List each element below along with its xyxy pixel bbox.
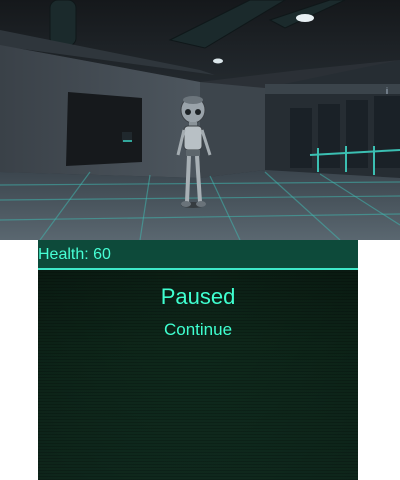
doorway [66, 92, 142, 166]
game-scene: i [0, 0, 400, 240]
ceiling-light [296, 14, 314, 22]
ceiling-light [213, 58, 223, 64]
health-bar: Health: 60 [38, 240, 358, 270]
continue-button[interactable]: Continue [148, 320, 248, 342]
game-viewport: i [0, 0, 400, 240]
health-label: Health: 60 [38, 246, 111, 263]
wall-sign: i [386, 86, 388, 96]
center-wall [200, 82, 265, 178]
pause-title: Paused [160, 284, 236, 309]
touch-screen: Health: 60 Paused Continue [38, 240, 358, 480]
right-wall-ledge [265, 84, 400, 94]
